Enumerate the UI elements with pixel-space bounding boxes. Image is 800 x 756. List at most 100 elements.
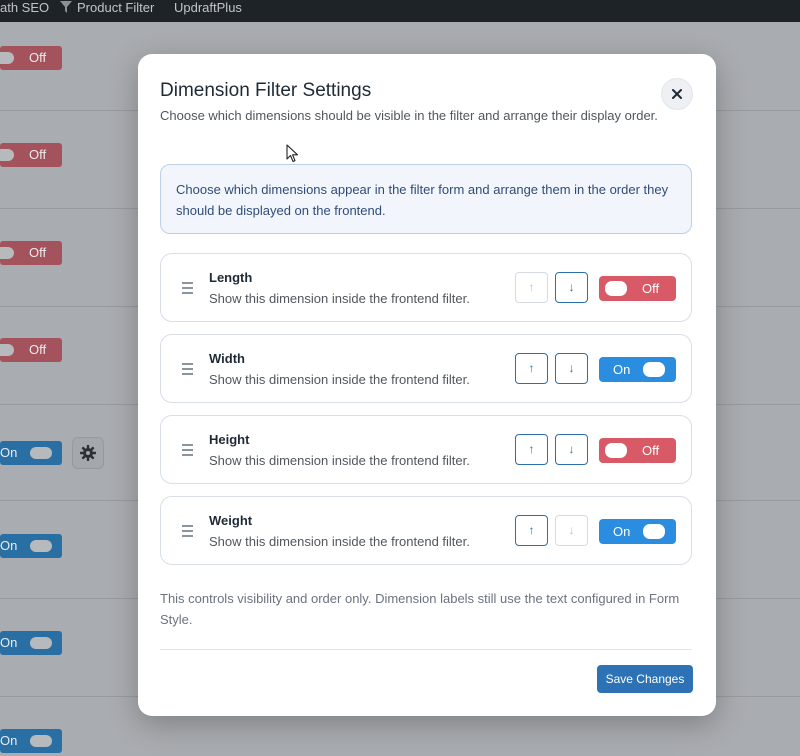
- dimension-settings-modal: Dimension Filter Settings Choose which d…: [138, 54, 716, 716]
- bg-row-divider: [0, 306, 138, 307]
- arrow-up-icon: ↑: [528, 280, 535, 294]
- toggle-label: Off: [642, 281, 660, 296]
- bg-row-divider: [0, 598, 138, 599]
- bg-toggle-knob: [0, 52, 14, 64]
- dimension-row-width: Width Show this dimension inside the fron…: [160, 334, 692, 403]
- bg-toggle-on[interactable]: On: [0, 441, 62, 465]
- adminbar-item-updraftplus[interactable]: UpdraftPlus: [174, 0, 242, 23]
- toggle-knob: [605, 281, 627, 296]
- dimension-name: Weight: [209, 513, 253, 528]
- dimension-description: Show this dimension inside the frontend …: [209, 291, 470, 306]
- bg-row-divider: [716, 696, 800, 697]
- move-down-button[interactable]: ↓: [555, 353, 588, 384]
- gear-icon: [80, 445, 96, 461]
- footer-divider: [160, 649, 692, 650]
- bg-toggle-knob: [30, 735, 52, 747]
- arrow-down-icon: ↓: [568, 523, 575, 537]
- arrow-up-icon: ↑: [528, 523, 535, 537]
- bg-toggle-label: On: [0, 733, 18, 748]
- bg-row-divider: [716, 598, 800, 599]
- dimension-row-weight: Weight Show this dimension inside the fro…: [160, 496, 692, 565]
- bg-toggle-knob: [0, 344, 14, 356]
- bg-toggle-label: Off: [29, 147, 47, 162]
- admin-bar: ath SEO Product Filter UpdraftPlus: [0, 0, 800, 22]
- funnel-icon: [60, 1, 72, 13]
- bg-row-divider: [0, 110, 138, 111]
- dimension-row-length: Length Show this dimension inside the fro…: [160, 253, 692, 322]
- adminbar-item-product-filter[interactable]: Product Filter: [60, 0, 154, 23]
- modal-title: Dimension Filter Settings: [160, 80, 372, 101]
- bg-row-divider: [716, 404, 800, 405]
- toggle-knob: [643, 362, 665, 377]
- adminbar-item-product-filter-label: Product Filter: [77, 0, 155, 15]
- dimension-description: Show this dimension inside the frontend …: [209, 453, 470, 468]
- info-notice: Choose which dimensions appear in the fi…: [160, 164, 692, 234]
- bg-row-divider: [0, 696, 138, 697]
- mouse-cursor-icon: [286, 144, 299, 163]
- bg-row-divider: [0, 404, 138, 405]
- drag-handle-icon[interactable]: [182, 444, 193, 456]
- bg-toggle-knob: [30, 637, 52, 649]
- settings-gear-button[interactable]: [72, 437, 104, 469]
- toggle-label: On: [613, 362, 631, 377]
- bg-toggle-label: On: [0, 538, 18, 553]
- bg-toggle-on[interactable]: On: [0, 729, 62, 753]
- adminbar-item-seo[interactable]: ath SEO: [0, 0, 49, 23]
- bg-toggle-knob: [0, 247, 14, 259]
- save-changes-button[interactable]: Save Changes: [597, 665, 693, 693]
- bg-toggle-off[interactable]: Off: [0, 241, 62, 265]
- bg-row-divider: [716, 208, 800, 209]
- bg-row-divider: [716, 306, 800, 307]
- dimension-row-height: Height Show this dimension inside the fro…: [160, 415, 692, 484]
- footer-note: This controls visibility and order only.…: [160, 591, 680, 627]
- move-up-button: ↑: [515, 272, 548, 303]
- bg-toggle-label: On: [0, 445, 18, 460]
- arrow-up-icon: ↑: [528, 361, 535, 375]
- arrow-up-icon: ↑: [528, 442, 535, 456]
- arrow-down-icon: ↓: [568, 361, 575, 375]
- dimension-description: Show this dimension inside the frontend …: [209, 372, 470, 387]
- bg-toggle-label: Off: [29, 342, 47, 357]
- toggle-label: On: [613, 524, 631, 539]
- close-icon: [672, 89, 682, 99]
- bg-toggle-knob: [30, 540, 52, 552]
- bg-toggle-knob: [30, 447, 52, 459]
- dimension-name: Height: [209, 432, 250, 447]
- drag-handle-icon[interactable]: [182, 525, 193, 537]
- move-up-button[interactable]: ↑: [515, 353, 548, 384]
- bg-row-divider: [0, 208, 138, 209]
- bg-toggle-on[interactable]: On: [0, 534, 62, 558]
- bg-toggle-off[interactable]: Off: [0, 143, 62, 167]
- dimension-name: Width: [209, 351, 245, 366]
- toggle-label: Off: [642, 443, 660, 458]
- close-button[interactable]: [661, 78, 693, 110]
- visibility-toggle[interactable]: On: [599, 519, 676, 544]
- bg-row-divider: [716, 110, 800, 111]
- move-up-button[interactable]: ↑: [515, 515, 548, 546]
- move-up-button[interactable]: ↑: [515, 434, 548, 465]
- bg-toggle-label: Off: [29, 245, 47, 260]
- bg-row-divider: [0, 500, 138, 501]
- drag-handle-icon[interactable]: [182, 363, 193, 375]
- visibility-toggle[interactable]: Off: [599, 276, 676, 301]
- move-down-button[interactable]: ↓: [555, 272, 588, 303]
- dimension-description: Show this dimension inside the frontend …: [209, 534, 470, 549]
- toggle-knob: [643, 524, 665, 539]
- dimension-name: Length: [209, 270, 253, 285]
- visibility-toggle[interactable]: On: [599, 357, 676, 382]
- bg-toggle-label: Off: [29, 50, 47, 65]
- arrow-down-icon: ↓: [568, 442, 575, 456]
- move-down-button: ↓: [555, 515, 588, 546]
- bg-toggle-on[interactable]: On: [0, 631, 62, 655]
- bg-toggle-off[interactable]: Off: [0, 46, 62, 70]
- move-down-button[interactable]: ↓: [555, 434, 588, 465]
- visibility-toggle[interactable]: Off: [599, 438, 676, 463]
- arrow-down-icon: ↓: [568, 280, 575, 294]
- bg-toggle-knob: [0, 149, 14, 161]
- modal-subtitle: Choose which dimensions should be visibl…: [160, 108, 658, 123]
- bg-toggle-off[interactable]: Off: [0, 338, 62, 362]
- drag-handle-icon[interactable]: [182, 282, 193, 294]
- bg-toggle-label: On: [0, 635, 18, 650]
- bg-row-divider: [716, 500, 800, 501]
- toggle-knob: [605, 443, 627, 458]
